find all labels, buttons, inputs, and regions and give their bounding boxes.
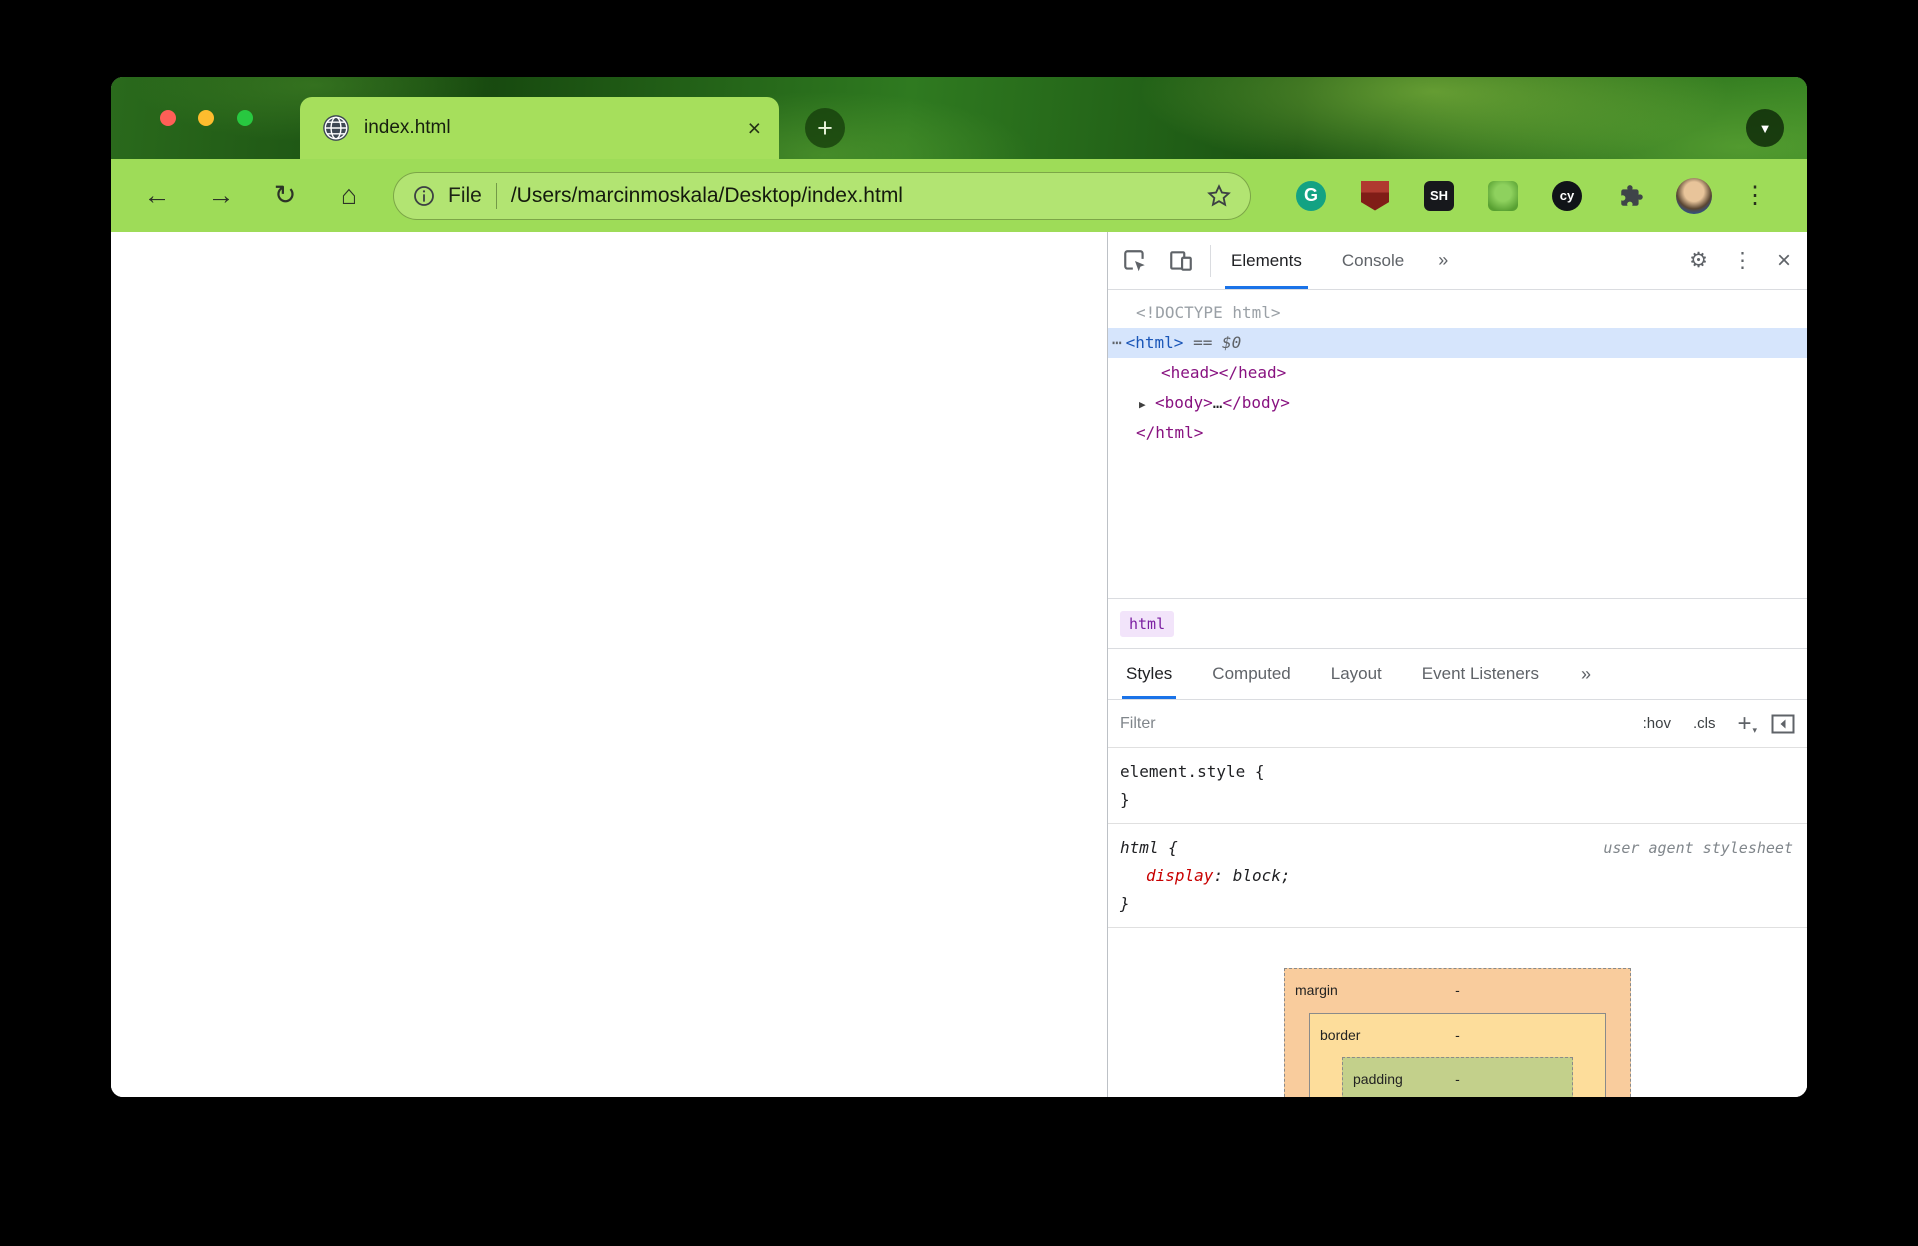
bookmark-star-icon[interactable] [1206, 183, 1232, 209]
home-icon[interactable]: ⌂ [327, 174, 371, 218]
devtools-close-icon[interactable]: × [1777, 247, 1791, 275]
element-style-rule[interactable]: element.style { } [1108, 748, 1807, 824]
collapsed-marker: ⋯ [1112, 333, 1122, 352]
gear-icon[interactable]: ⚙ [1689, 248, 1708, 273]
profile-avatar[interactable] [1676, 178, 1712, 214]
grammarly-extension-icon[interactable]: G [1296, 181, 1326, 211]
back-icon[interactable]: ← [135, 174, 179, 218]
class-toggle[interactable]: .cls [1693, 715, 1716, 732]
dom-tree: <!DOCTYPE html> ⋯<html> == $0 <head></he… [1108, 290, 1807, 598]
address-bar[interactable]: File /Users/marcinmoskala/Desktop/index.… [393, 172, 1251, 220]
box-model-margin[interactable]: margin - border - padding - [1284, 968, 1631, 1097]
border-value[interactable]: - [1455, 1027, 1460, 1043]
ublock-extension-icon[interactable] [1360, 181, 1390, 211]
reload-icon[interactable]: ↻ [263, 174, 307, 218]
sh-extension-icon[interactable]: SH [1424, 181, 1454, 211]
box-model-padding[interactable]: padding - [1342, 1057, 1573, 1097]
tab-console[interactable]: Console [1336, 232, 1410, 289]
theme-chevron-button[interactable]: ▼ [1746, 109, 1784, 147]
body-node[interactable]: ▶<body>…</body> [1108, 388, 1807, 418]
margin-label: margin [1295, 982, 1338, 998]
hover-state-toggle[interactable]: :hov [1643, 715, 1671, 732]
devtools-toolbar: Elements Console » ⚙ ⋮ × [1108, 232, 1807, 290]
inspect-element-icon[interactable] [1120, 246, 1150, 276]
browser-window: index.html × + ▼ ← → ↻ ⌂ File /Users/mar… [111, 77, 1807, 1097]
globe-favicon-icon [322, 114, 350, 142]
head-node[interactable]: <head></head> [1108, 358, 1807, 388]
styles-pane: element.style { } html { user agent styl… [1108, 748, 1807, 1097]
styles-tab-bar: Styles Computed Layout Event Listeners » [1108, 648, 1807, 700]
devtools-menu-icon[interactable]: ⋮ [1732, 248, 1753, 273]
extensions-row: G SH cy [1296, 181, 1646, 211]
url-scheme-label: File [448, 184, 482, 208]
cypress-extension-icon[interactable]: cy [1552, 181, 1582, 211]
devtools-panel: Elements Console » ⚙ ⋮ × <!DOCTYPE html>… [1107, 232, 1807, 1097]
element-style-selector[interactable]: element.style { [1120, 758, 1795, 786]
green-extension-icon[interactable] [1488, 181, 1518, 211]
new-rule-caret-icon[interactable]: ▾ [1752, 725, 1757, 736]
tab-close-icon[interactable]: × [748, 117, 761, 140]
more-styles-tabs-icon[interactable]: » [1581, 664, 1591, 685]
padding-label: padding [1353, 1071, 1403, 1087]
doctype-line[interactable]: <!DOCTYPE html> [1108, 298, 1807, 328]
macos-minimize-button[interactable] [198, 110, 214, 126]
macos-zoom-button[interactable] [237, 110, 253, 126]
tab-elements[interactable]: Elements [1225, 232, 1308, 289]
html-ua-rule[interactable]: html { user agent stylesheet display: bl… [1108, 824, 1807, 928]
url-path[interactable]: /Users/marcinmoskala/Desktop/index.html [511, 184, 903, 208]
new-style-rule-icon[interactable]: + [1737, 712, 1751, 736]
new-tab-button[interactable]: + [805, 108, 845, 148]
stylesheet-origin: user agent stylesheet [1603, 834, 1795, 862]
tab-title: index.html [364, 117, 451, 139]
breadcrumb: html [1108, 598, 1807, 648]
expand-arrow-icon[interactable]: ▶ [1139, 390, 1155, 420]
styles-filter-bar: :hov .cls + ▾ [1108, 700, 1807, 748]
device-toolbar-icon[interactable] [1166, 246, 1196, 276]
box-model-diagram: margin - border - padding - [1108, 928, 1807, 1097]
tab-layout[interactable]: Layout [1327, 649, 1386, 699]
tab-styles[interactable]: Styles [1122, 649, 1176, 699]
page-viewport[interactable] [111, 232, 1107, 1097]
tab-strip: index.html × + ▼ [111, 77, 1807, 159]
browser-menu-icon[interactable]: ⋮ [1740, 181, 1770, 210]
display-declaration[interactable]: display: block; [1120, 862, 1795, 890]
styles-filter-input[interactable] [1120, 715, 1621, 733]
browser-toolbar: ← → ↻ ⌂ File /Users/marcinmoskala/Deskto… [111, 159, 1807, 232]
breadcrumb-html[interactable]: html [1120, 611, 1174, 637]
html-close-node[interactable]: </html> [1108, 418, 1807, 448]
html-rule-selector[interactable]: html { [1120, 834, 1178, 862]
forward-icon[interactable]: → [199, 174, 243, 218]
macos-close-button[interactable] [160, 110, 176, 126]
content-row: Elements Console » ⚙ ⋮ × <!DOCTYPE html>… [111, 232, 1807, 1097]
margin-value[interactable]: - [1455, 982, 1460, 998]
border-label: border [1320, 1027, 1360, 1043]
box-model-border[interactable]: border - padding - [1309, 1013, 1606, 1097]
page-info-icon[interactable] [412, 184, 436, 208]
browser-tab[interactable]: index.html × [300, 97, 779, 159]
tab-event-listeners[interactable]: Event Listeners [1418, 649, 1543, 699]
sidebar-pane-toggle-icon[interactable] [1771, 714, 1795, 734]
extensions-puzzle-icon[interactable] [1616, 181, 1646, 211]
dollar-zero-ref: $0 [1222, 333, 1241, 352]
padding-value[interactable]: - [1455, 1071, 1460, 1087]
html-node-selected[interactable]: ⋯<html> == $0 [1108, 328, 1807, 358]
tab-computed[interactable]: Computed [1208, 649, 1294, 699]
address-separator [496, 183, 497, 209]
toolbar-separator [1210, 245, 1211, 277]
more-tabs-icon[interactable]: » [1438, 250, 1448, 271]
